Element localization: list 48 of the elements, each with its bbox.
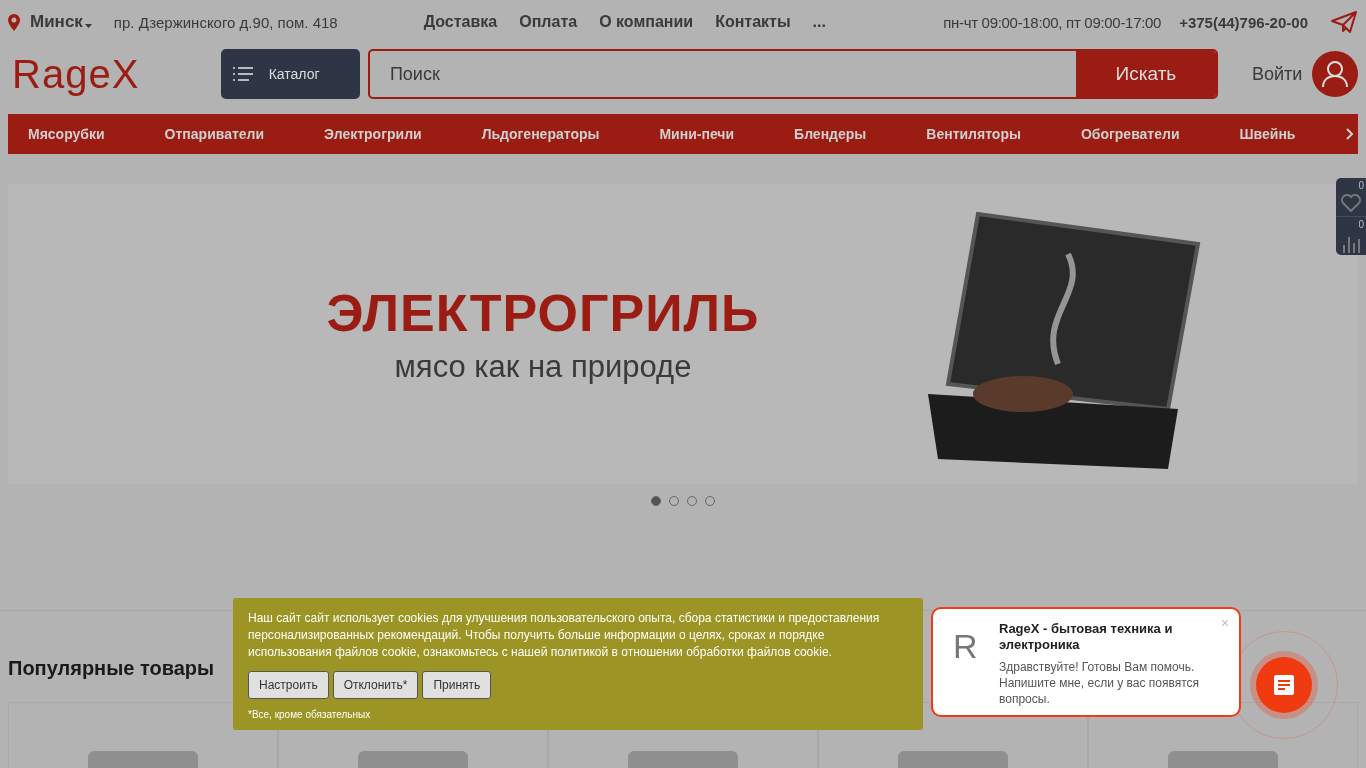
user-avatar[interactable] [1312,51,1358,97]
category-link[interactable]: Электрогрили [324,126,422,142]
category-link[interactable]: Мини-печи [659,126,735,142]
category-link[interactable]: Отпариватели [164,126,265,142]
top-nav-link[interactable]: Оплата [519,13,578,31]
cookie-button[interactable]: Отклонить* [332,671,419,699]
top-nav-link[interactable]: О компании [599,13,694,31]
paper-plane-icon[interactable] [1330,10,1358,34]
banner-title: ЭЛЕКТРОГРИЛЬ [326,283,760,343]
catalog-button[interactable]: Каталог [220,49,360,99]
chat-logo: R [953,627,978,666]
chevron-right-icon[interactable] [1346,128,1354,140]
search-button[interactable]: Искать [1075,51,1216,97]
cookie-button[interactable]: Настроить [248,671,329,699]
list-icon [232,67,253,81]
top-nav-link[interactable]: Контакты [715,13,791,31]
city-selector[interactable]: Минск [30,12,83,32]
chat-title: RageX - бытовая техника и электроника [999,621,1174,653]
category-link[interactable]: Блендеры [794,126,867,142]
slider-dot[interactable] [651,496,661,506]
chat-icon [1273,674,1295,696]
banner-subtitle: мясо как на природе [394,349,692,385]
location-pin-icon [8,13,20,31]
hero-banner[interactable]: ЭЛЕКТРОГРИЛЬ мясо как на природе [8,184,1358,484]
store-address: пр. Дзержинского д.90, пом. 418 [113,13,338,31]
login-link[interactable]: Войти [1251,63,1303,85]
user-icon [1321,60,1350,88]
cookie-note: *Все, кроме обязательных [248,709,371,720]
cookie-text: Наш сайт сайт использует cookies для улучшения пользовательского опыта, сбора статистики и предоставления персонализированных рекомендаций. Чтобы получить больше информации о целях, сроках и порядке использования файлов cookie, ознакомьтесь с нашей политикой в отношении обработки файлов cookie. [248,610,881,661]
chat-message: Здравствуйте! Готовы Вам помочь. Напишите мне, если у вас появятся вопросы. [999,659,1201,707]
category-link[interactable]: Обогреватели [1080,126,1180,142]
category-link[interactable]: Вентиляторы [926,126,1021,142]
category-link[interactable]: Льдогенераторы [481,126,600,142]
caret-icon[interactable] [84,24,92,28]
cookie-button[interactable]: Принять [422,671,492,699]
section-title: Популярные товары [8,657,215,680]
phone-number[interactable]: +375(44)796-20-00 [1179,13,1308,31]
site-logo[interactable]: RageX [12,51,221,97]
working-hours: пн-чт 09:00-18:00, пт 09:00-17:00 [943,13,1162,31]
top-nav-link[interactable]: ... [812,13,826,31]
counter-label: 0 [1358,180,1364,191]
heart-icon[interactable] [1341,194,1361,212]
top-nav-link[interactable]: Доставка [423,13,498,31]
counter-label: 0 [1358,219,1364,230]
search-field[interactable]: Поиск Искать [367,49,1218,99]
category-link[interactable]: Мясорубки [28,126,105,142]
category-link[interactable]: Швейнь [1239,126,1296,142]
chat-button[interactable] [1256,657,1312,713]
